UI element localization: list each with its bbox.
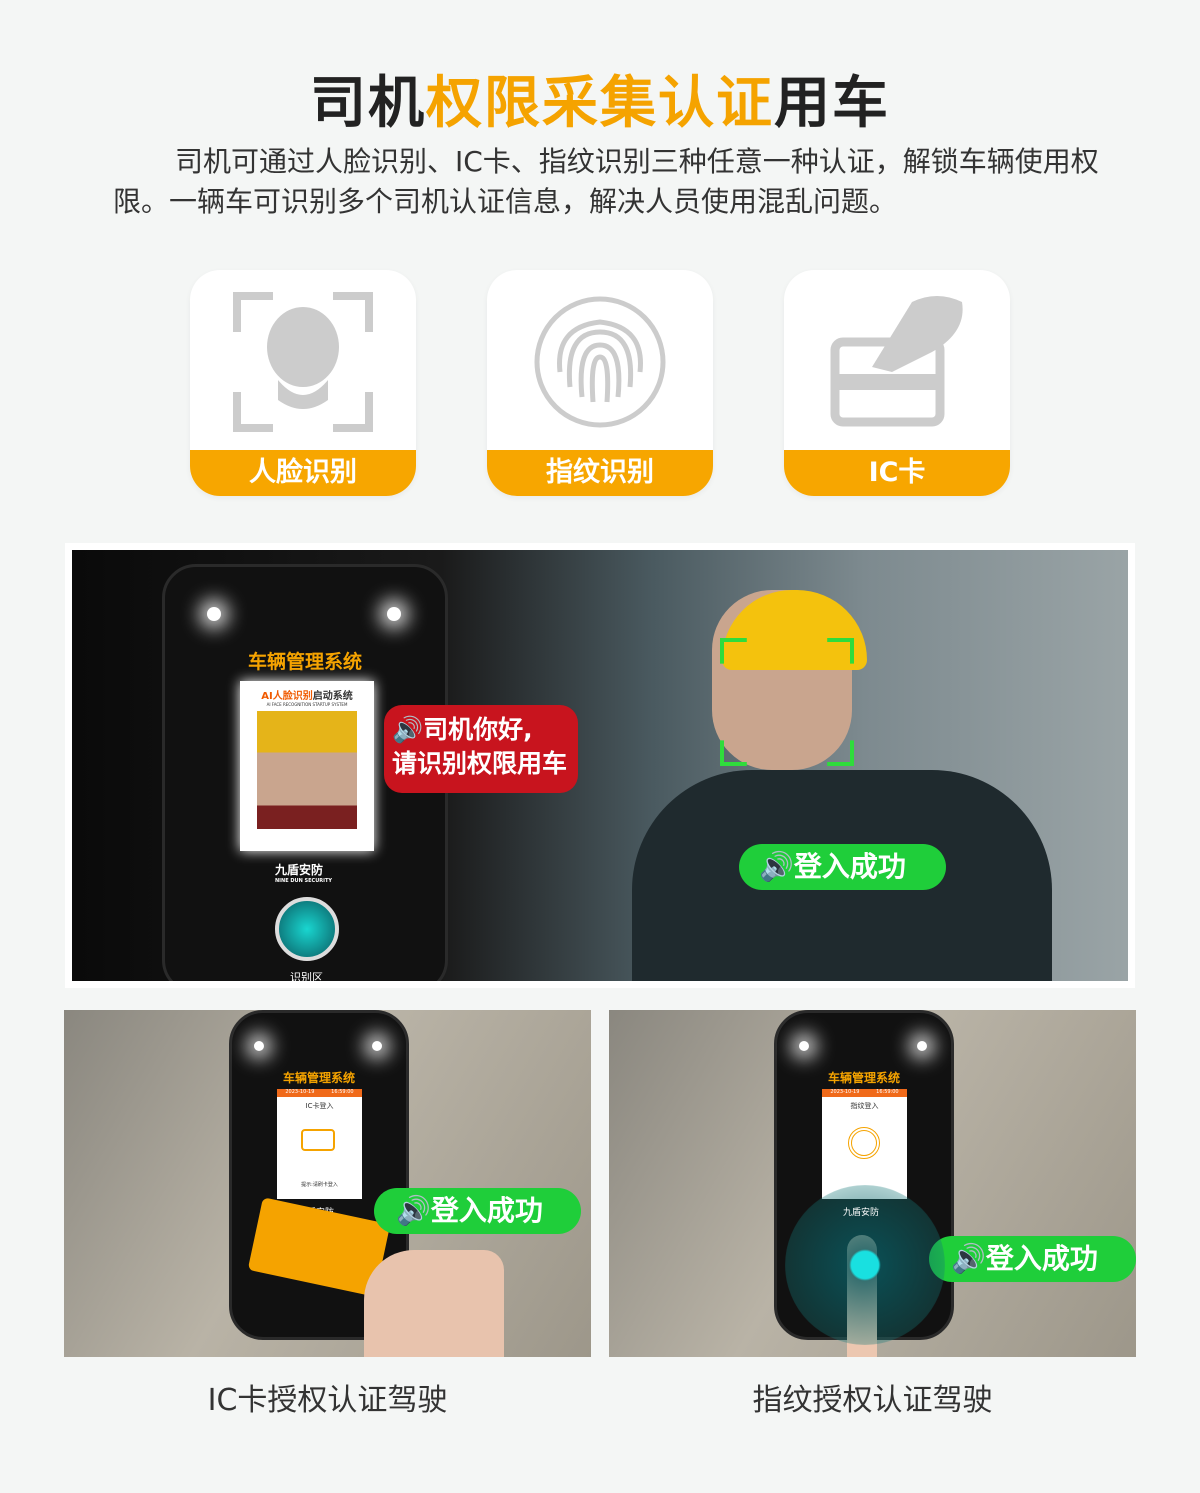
method-card-ic: IC卡 xyxy=(784,270,1010,496)
fingerprint-sensor[interactable] xyxy=(275,897,339,961)
card-icon xyxy=(301,1129,335,1151)
device-title: 车辆管理系统 xyxy=(282,1071,355,1085)
login-success-bubble: 🔊登入成功 xyxy=(929,1236,1136,1282)
screen-face-preview xyxy=(257,711,357,829)
login-success-bubble: 🔊登入成功 xyxy=(374,1188,581,1234)
zone-label: 识别区 xyxy=(290,971,323,981)
face-scan-icon xyxy=(233,292,373,432)
method-label: 人脸识别 xyxy=(190,450,416,496)
page-title: 司机权限采集认证用车 xyxy=(0,58,1200,139)
fingerprint-caption: 指纹授权认证驾驶 xyxy=(752,1383,993,1418)
method-card-fingerprint: 指纹识别 xyxy=(487,270,713,496)
card-in-hand-icon xyxy=(830,296,963,427)
screen-title: AI人脸识别启动系统 xyxy=(261,691,353,702)
fingerprint-icon xyxy=(534,296,666,428)
ic-caption: IC卡授权认证驾驶 xyxy=(207,1383,448,1418)
fingerprint-icon xyxy=(848,1127,880,1159)
title-highlight: 权限采集认证 xyxy=(426,71,774,136)
fingerprint-photo: 车辆管理系统 2023-10-19 16:59:00 指纹登入 九盾安防 🔊登入成… xyxy=(609,1010,1136,1357)
login-success-bubble: 🔊登入成功 xyxy=(739,844,946,890)
method-label: 指纹识别 xyxy=(487,450,713,496)
voice-prompt-bubble: 🔊司机你好, 请识别权限用车 xyxy=(384,705,578,793)
brand-logo: 九盾安防 NINE DUN SECURITY xyxy=(275,863,333,884)
speaker-icon: 🔊 xyxy=(759,850,794,883)
title-part: 司机 xyxy=(310,71,426,136)
speaker-icon: 🔊 xyxy=(392,715,424,744)
face-recognition-photo: 车辆管理系统 AI人脸识别启动系统 AI FACE RECOGNITION ST… xyxy=(65,543,1135,988)
device-title: 车辆管理系统 xyxy=(247,651,362,673)
device-screen: 2023-10-19 16:59:00 指纹登入 xyxy=(822,1089,907,1199)
method-card-face: 人脸识别 xyxy=(190,270,416,496)
speaker-icon: 🔊 xyxy=(396,1194,431,1227)
device-title: 车辆管理系统 xyxy=(827,1071,900,1085)
device-screen: AI人脸识别启动系统 AI FACE RECOGNITION STARTUP S… xyxy=(240,681,374,851)
speaker-icon: 🔊 xyxy=(951,1242,986,1275)
vehicle-terminal: 车辆管理系统 2023-10-19 16:59:00 指纹登入 九盾安防 xyxy=(774,1010,954,1345)
device-screen: 2023-10-19 16:59:00 IC卡登入 提示:请刷卡登入 xyxy=(277,1089,362,1199)
title-part: 用车 xyxy=(774,71,890,136)
hand xyxy=(364,1250,504,1357)
description: 司机可通过人脸识别、IC卡、指纹识别三种任意一种认证，解锁车辆使用权限。一辆车可… xyxy=(113,145,1099,218)
ic-card-photo: 车辆管理系统 2023-10-19 16:59:00 IC卡登入 提示:请刷卡登入… xyxy=(64,1010,591,1357)
screen-subtitle: AI FACE RECOGNITION STARTUP SYSTEM xyxy=(266,702,348,707)
method-label: IC卡 xyxy=(784,450,1010,496)
brand-logo: 九盾安防 xyxy=(843,1208,880,1218)
